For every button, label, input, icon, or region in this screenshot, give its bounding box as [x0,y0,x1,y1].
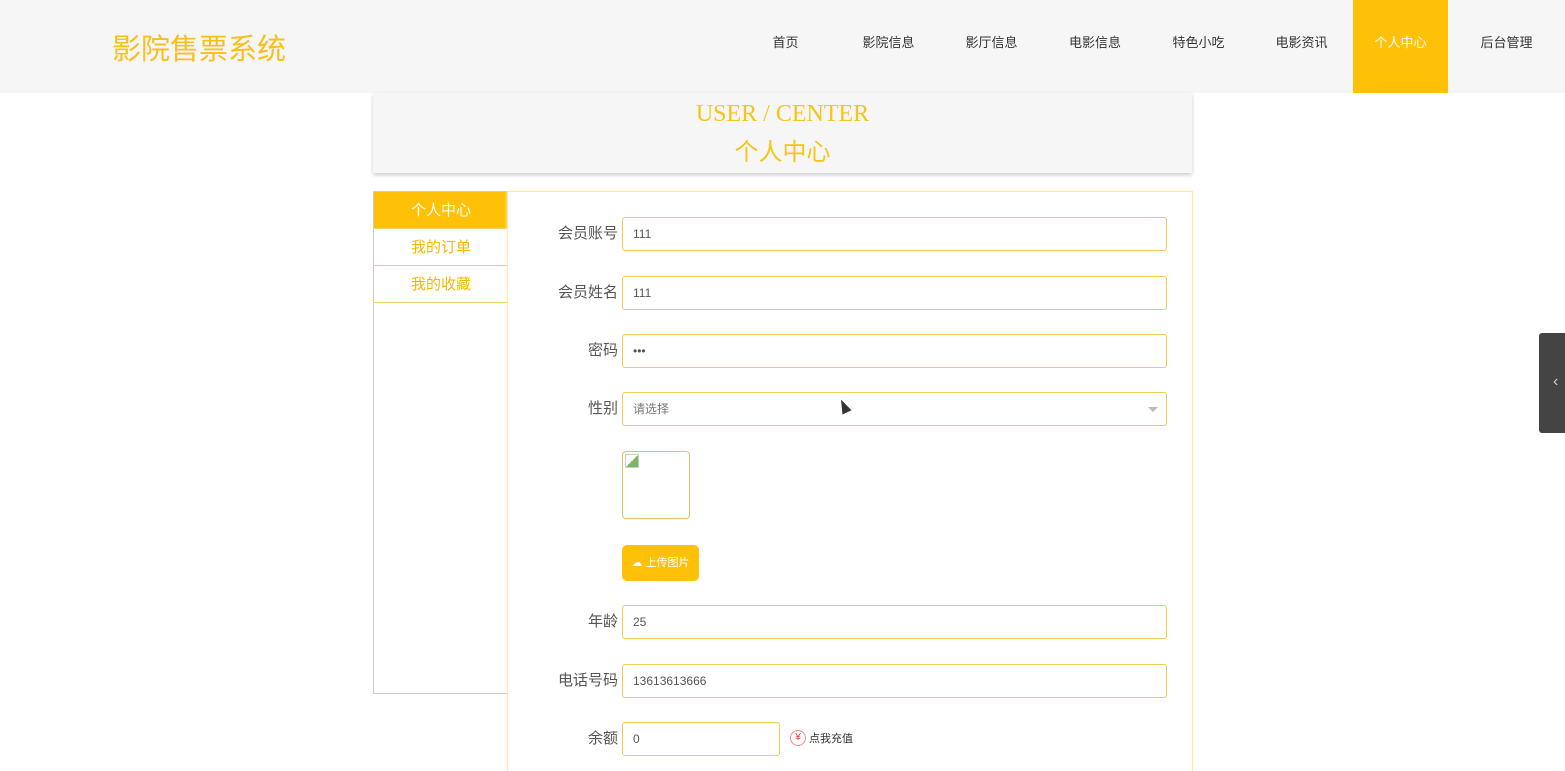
side-panel-toggle[interactable]: ‹ [1539,333,1565,433]
avatar-preview [622,451,690,519]
nav-admin[interactable]: 后台管理 [1448,0,1565,93]
gender-label: 性别 [587,400,618,417]
age-label: 年龄 [587,613,618,630]
account-input[interactable]: 111 [622,217,1167,251]
profile-form: 会员账号 111 会员姓名 111 密码 ••• 性别 请选择 ☁ 上传图片 年龄 25 … [507,191,1193,771]
upload-image-button[interactable]: ☁ 上传图片 [622,545,699,581]
age-input[interactable]: 25 [622,605,1167,639]
recharge-label: 点我充值 [809,733,853,745]
balance-input[interactable]: 0 [622,722,780,756]
nav-movie-news[interactable]: 电影资讯 [1250,0,1353,93]
gender-placeholder: 请选择 [633,402,670,416]
password-label: 密码 [587,342,618,359]
name-input[interactable]: 111 [622,276,1167,310]
balance-label: 余额 [587,730,618,747]
nav-user-center[interactable]: 个人中心 [1353,0,1448,93]
yen-icon: ¥ [790,730,806,746]
main-nav: 首页 影院信息 影厅信息 电影信息 特色小吃 电影资讯 个人中心 后台管理 [734,0,1565,93]
sidebar-item-user-center[interactable]: 个人中心 [374,192,508,229]
upload-label: 上传图片 [645,557,690,569]
sidebar-item-orders[interactable]: 我的订单 [374,229,508,266]
cloud-upload-icon: ☁ [631,557,643,569]
name-label: 会员姓名 [557,284,618,301]
nav-hall-info[interactable]: 影厅信息 [940,0,1043,93]
page-banner: USER / CENTER 个人中心 [373,93,1192,173]
account-label: 会员账号 [557,225,618,242]
nav-movie-info[interactable]: 电影信息 [1043,0,1147,93]
nav-snacks[interactable]: 特色小吃 [1147,0,1250,93]
password-input[interactable]: ••• [622,334,1167,368]
nav-cinema-info[interactable]: 影院信息 [837,0,940,93]
broken-image-icon [625,454,639,468]
sidebar: 个人中心 我的订单 我的收藏 [373,191,508,694]
banner-title-cn: 个人中心 [734,140,831,166]
gender-select[interactable]: 请选择 [622,392,1167,426]
phone-input[interactable]: 13613613666 [622,664,1167,698]
recharge-link[interactable]: ¥ 点我充值 [790,730,853,746]
sidebar-item-favorites[interactable]: 我的收藏 [374,266,508,303]
top-header: 影院售票系统 首页 影院信息 影厅信息 电影信息 特色小吃 电影资讯 个人中心 … [0,0,1565,93]
site-logo[interactable]: 影院售票系统 [112,26,286,68]
phone-label: 电话号码 [557,672,618,689]
banner-title-en: USER / CENTER [695,101,870,127]
chevron-down-icon [1148,407,1158,417]
chevron-left-icon: ‹ [1553,373,1559,390]
nav-home[interactable]: 首页 [734,0,837,93]
